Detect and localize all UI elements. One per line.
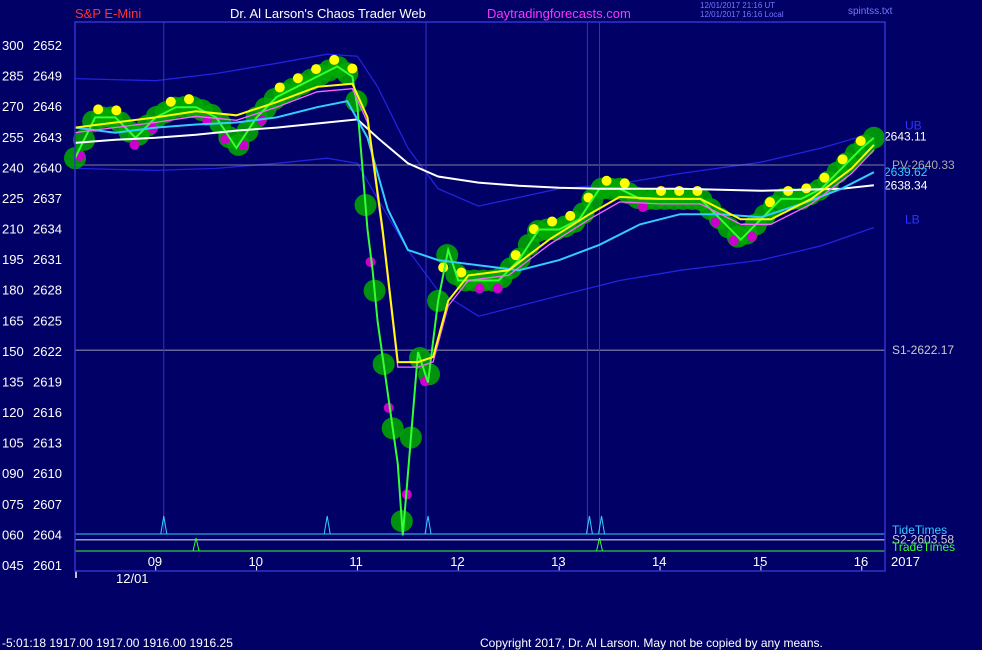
time-markers [163, 22, 601, 533]
y-tick-price-9: 2625 [33, 313, 62, 328]
right-value-label-3: 2638.34 [884, 178, 928, 192]
price-chart: PV-2640.33S1-2622.17S2-2603.58UB2643.112… [2, 21, 955, 586]
y-tick-left-3: 255 [2, 130, 24, 145]
year-label: 2017 [891, 554, 920, 569]
y-tick-price-17: 2601 [33, 558, 62, 573]
price-line [74, 65, 875, 536]
y-tick-price-7: 2631 [33, 252, 62, 267]
y-tick-price-8: 2628 [33, 283, 62, 298]
y-tick-price-15: 2607 [33, 497, 62, 512]
x-tick-label-4: 13 [551, 554, 565, 569]
y-tick-price-2: 2646 [33, 99, 62, 114]
y-tick-left-2: 270 [2, 99, 24, 114]
bubble-markers [64, 54, 885, 533]
bubble-yellow [855, 135, 866, 146]
bubble-yellow [692, 185, 703, 196]
y-tick-left-1: 285 [2, 69, 24, 84]
bubble-yellow [656, 185, 667, 196]
y-tick-price-16: 2604 [33, 527, 62, 542]
y-tick-left-8: 180 [2, 283, 24, 298]
y-tick-left-9: 165 [2, 313, 24, 328]
bubble-magenta [492, 283, 503, 294]
price-series [74, 65, 875, 536]
y-tick-price-13: 2613 [33, 436, 62, 451]
y-tick-price-10: 2622 [33, 344, 62, 359]
bubble-yellow [292, 73, 303, 84]
y-tick-price-11: 2619 [33, 374, 62, 389]
bubble-yellow [565, 210, 576, 221]
y-tick-price-1: 2649 [33, 69, 62, 84]
price-readout: -5:01:18 1917.00 1917.00 1916.00 1916.25 [2, 636, 233, 650]
x-tick-label-7: 16 [854, 554, 868, 569]
bubble-yellow [801, 183, 812, 194]
copyright-notice: Copyright 2017, Dr. Al Larson. May not b… [480, 636, 823, 650]
y-tick-left-7: 195 [2, 252, 24, 267]
y-tick-left-4: 240 [2, 160, 24, 175]
trade-times-label: TradeTimes [892, 540, 955, 554]
y-tick-left-16: 060 [2, 527, 24, 542]
y-tick-left-15: 075 [2, 497, 24, 512]
right-value-label-1: 2643.11 [884, 130, 927, 144]
bubble-yellow [274, 82, 285, 93]
level-label-1: S1-2622.17 [892, 343, 954, 357]
x-tick-label-3: 12 [450, 554, 464, 569]
bubble-yellow [165, 96, 176, 107]
right-value-label-4: LB [905, 212, 920, 226]
slow-average-line [74, 118, 875, 192]
bubble-magenta [129, 139, 140, 150]
y-tick-price-0: 2652 [33, 38, 62, 53]
bubble-magenta [474, 283, 485, 294]
y-tick-price-14: 2610 [33, 466, 62, 481]
y-tick-left-12: 120 [2, 405, 24, 420]
y-tick-price-5: 2637 [33, 191, 62, 206]
date-label: 12/01 [116, 571, 149, 586]
y-tick-left-10: 150 [2, 344, 24, 359]
bubble-yellow [347, 63, 358, 74]
y-tick-price-3: 2643 [33, 130, 62, 145]
y-tick-left-14: 090 [2, 466, 24, 481]
x-tick-label-1: 10 [249, 554, 263, 569]
y-tick-price-12: 2616 [33, 405, 62, 420]
y-tick-left-6: 210 [2, 222, 24, 237]
y-tick-left-11: 135 [2, 374, 24, 389]
y-tick-price-6: 2634 [33, 222, 62, 237]
tide-trade-strip [75, 515, 885, 552]
bubble-yellow [674, 185, 685, 196]
y-tick-left-17: 045 [2, 558, 24, 573]
bubble-yellow [183, 94, 194, 105]
x-tick-label-2: 11 [349, 554, 363, 569]
tide-times-label: TideTimes [892, 523, 947, 537]
bubble-yellow [329, 54, 340, 65]
right-value-label-2: 2639.62 [884, 165, 928, 179]
cyan-average-line [74, 99, 875, 272]
x-tick-label-0: 09 [148, 554, 162, 569]
bubble-yellow [619, 178, 630, 189]
y-tick-price-4: 2640 [33, 160, 62, 175]
y-tick-left-0: 300 [2, 38, 24, 53]
bubble-yellow [547, 216, 558, 227]
upper_band-line [74, 53, 875, 207]
y-tick-left-5: 225 [2, 191, 24, 206]
bubble-yellow [93, 104, 104, 115]
bubble-yellow [111, 105, 122, 116]
y-tick-left-13: 105 [2, 436, 24, 451]
bubble-yellow [601, 175, 612, 186]
x-tick-label-6: 15 [753, 554, 767, 569]
bubble-yellow [311, 64, 322, 75]
x-tick-label-5: 14 [652, 554, 666, 569]
tide-spike-1 [323, 515, 331, 535]
